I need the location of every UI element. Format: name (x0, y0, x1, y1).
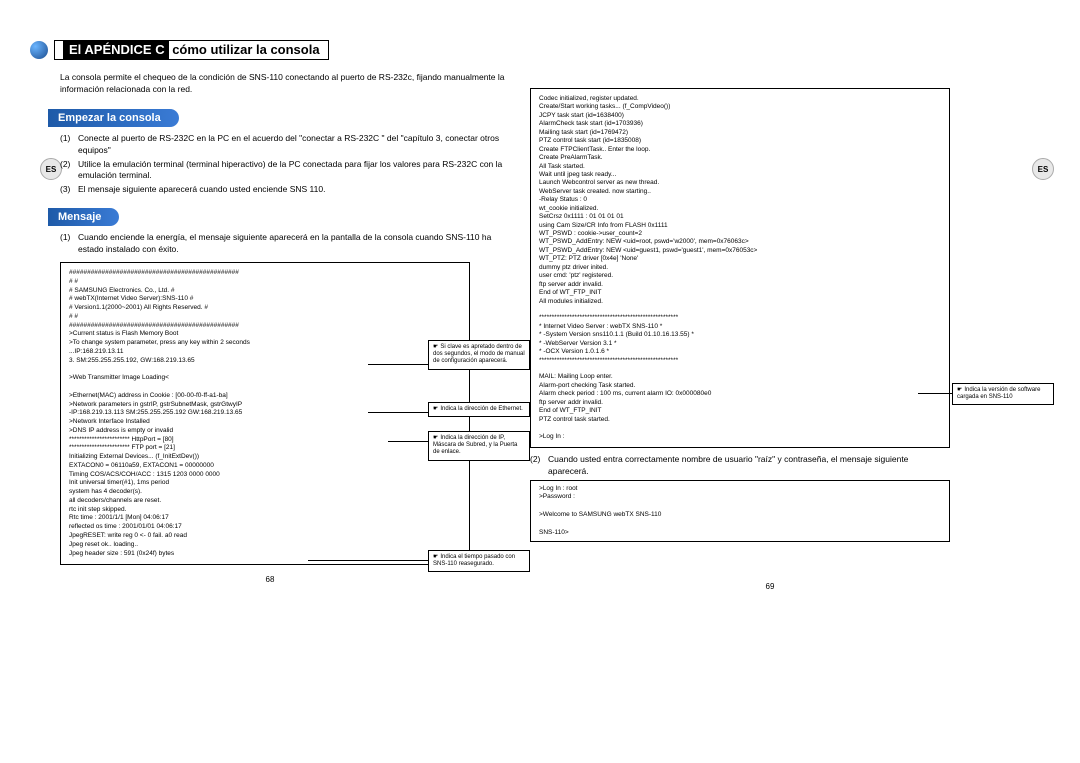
page-spread: El APÉNDICE C cómo utilizar la consola L… (0, 0, 1080, 611)
page-number-right: 69 (530, 582, 1010, 591)
step-num: (1) (60, 232, 78, 256)
console-output-left: ########################################… (60, 262, 470, 565)
appendix-title: El APÉNDICE C cómo utilizar la consola (54, 40, 329, 60)
page-number-left: 68 (30, 575, 510, 584)
right-step2-row: (2)Cuando usted entra correctamente nomb… (530, 454, 950, 478)
step-num: (2) (530, 454, 548, 478)
appendix-title-row: El APÉNDICE C cómo utilizar la consola (30, 40, 510, 60)
callout-line (368, 364, 428, 365)
intro-paragraph: La consola permite el chequeo de la cond… (60, 72, 510, 96)
callout-ip: Indica la dirección de IP, Máscara de Su… (428, 431, 530, 461)
empezar-steps: (1)Conecte al puerto de RS-232C en la PC… (60, 133, 510, 196)
callout-time: Indica el tiempo pasado con SNS-110 reas… (428, 550, 530, 572)
section-mensaje: Mensaje (48, 208, 119, 226)
step-text: Cuando enciende la energía, el mensaje s… (78, 232, 510, 256)
step-num: (2) (60, 159, 78, 183)
page-right: Codec initialized, register updated. Cre… (530, 40, 1010, 591)
step-text: Conecte al puerto de RS-232C en la PC en… (78, 133, 510, 157)
step-num: (1) (60, 133, 78, 157)
callout-version: Indica la versión de software cargada en… (952, 383, 1054, 405)
callout-line (368, 412, 428, 413)
section-empezar: Empezar la consola (48, 109, 179, 127)
callout-ethernet: Indica la dirección de Ethernet. (428, 402, 530, 417)
callout-line (308, 560, 428, 561)
callout-key-pressed: Si clave es apretado dentro de dos segun… (428, 340, 530, 370)
step-text: El mensaje siguiente aparecerá cuando us… (78, 184, 325, 196)
console-output-right-bottom: >Log In : root >Password : >Welcome to S… (530, 480, 950, 543)
step-num: (3) (60, 184, 78, 196)
page-left: El APÉNDICE C cómo utilizar la consola L… (30, 40, 510, 591)
callout-line (918, 393, 952, 394)
console-output-right-top: Codec initialized, register updated. Cre… (530, 88, 950, 448)
step-text: Utilice la emulación terminal (terminal … (78, 159, 510, 183)
callout-line (388, 441, 428, 442)
globe-icon (30, 41, 48, 59)
step-text: Cuando usted entra correctamente nombre … (548, 454, 950, 478)
es-badge-right: ES (1032, 158, 1054, 180)
mensaje-intro: (1)Cuando enciende la energía, el mensaj… (60, 232, 510, 256)
